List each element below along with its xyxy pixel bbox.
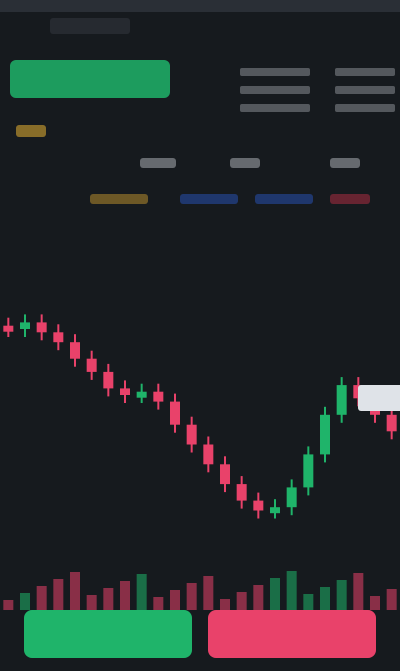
status-bar (0, 0, 400, 12)
buy-button[interactable] (24, 610, 192, 658)
volume-bar (353, 573, 364, 610)
volume-bar (270, 578, 280, 610)
candle-body (136, 391, 147, 398)
volume-bar (86, 595, 97, 610)
timeframe-option[interactable] (330, 158, 360, 168)
candle-body (103, 371, 114, 389)
timeframe-selector (0, 158, 400, 218)
volume-bar (170, 590, 180, 610)
volume-bar (303, 594, 314, 610)
volume-bar (320, 587, 330, 610)
stat-line (335, 104, 395, 112)
price-change-badge (16, 125, 46, 137)
candle-body (253, 500, 264, 511)
timeframe-option[interactable] (140, 158, 176, 168)
current-price-label (358, 385, 400, 411)
candle-body (20, 322, 30, 329)
candle-body (53, 332, 64, 343)
candle-body (336, 385, 347, 415)
candle-body (70, 342, 80, 359)
volume-bar (120, 581, 130, 610)
candles-group (3, 314, 397, 519)
volume-bar (386, 589, 397, 610)
price-stats (240, 58, 310, 118)
stat-line (240, 86, 310, 94)
app-title (50, 18, 130, 34)
stat-line (240, 104, 310, 112)
candle-body (303, 454, 314, 488)
stat-line (240, 68, 310, 76)
volume-bar (186, 583, 197, 610)
volume-bar (203, 576, 214, 610)
change-stats (335, 58, 395, 118)
volume-bar (136, 574, 147, 610)
trading-pair-badge[interactable] (10, 60, 170, 98)
timeframe-option[interactable] (230, 158, 260, 168)
candle-body (153, 391, 164, 402)
candlestick-chart[interactable] (0, 230, 400, 560)
sell-button[interactable] (208, 610, 376, 658)
candle-body (86, 358, 97, 372)
volume-bar (70, 572, 80, 610)
volume-bar (286, 571, 297, 610)
volume-bar (36, 586, 47, 610)
candle-body (186, 424, 197, 445)
volume-bars (3, 571, 397, 610)
stat-line (335, 68, 395, 76)
volume-bar (153, 597, 164, 610)
volume-bar (220, 599, 230, 610)
candle-body (386, 414, 397, 432)
candle-body (220, 464, 230, 485)
indicator-ma4[interactable] (330, 194, 370, 204)
stat-line (335, 86, 395, 94)
candle-body (203, 444, 214, 465)
indicator-ma3[interactable] (255, 194, 313, 204)
volume-bar (236, 592, 247, 610)
volume-bar (103, 588, 114, 610)
volume-bar (370, 596, 380, 610)
volume-bar (336, 580, 347, 610)
indicator-ma1[interactable] (90, 194, 148, 204)
candle-body (270, 507, 280, 514)
indicator-ma2[interactable] (180, 194, 238, 204)
candle-body (120, 388, 130, 395)
candle-body (236, 484, 247, 501)
candle-body (320, 414, 330, 455)
candle-body (286, 487, 297, 508)
volume-bar (20, 593, 30, 610)
volume-bar (3, 600, 14, 610)
volume-bar (253, 585, 264, 610)
candle-body (170, 401, 180, 425)
volume-bar (53, 579, 64, 610)
candle-body (3, 325, 14, 332)
candle-body (36, 322, 47, 333)
